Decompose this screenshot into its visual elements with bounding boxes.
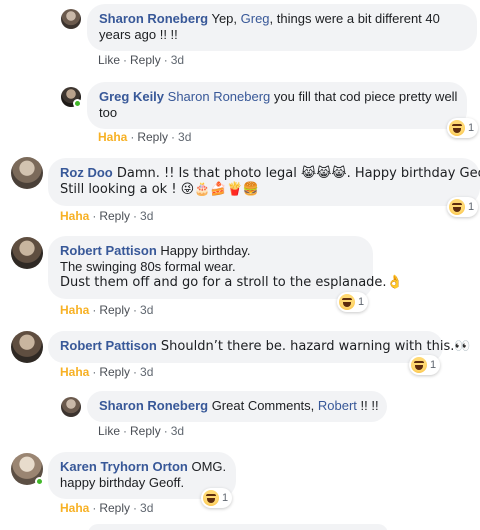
comment-text: OMG.	[187, 459, 227, 474]
haha-reaction-link[interactable]: Haha	[60, 303, 89, 317]
reaction-count[interactable]: 1	[409, 355, 441, 375]
haha-icon	[449, 199, 465, 215]
like-link[interactable]: Like	[98, 53, 120, 67]
reply-link[interactable]: Reply	[99, 303, 130, 317]
comment-text: Happy birthday.	[156, 243, 251, 258]
comment-author[interactable]: Roz Doo	[60, 165, 113, 180]
comment-actions: Like · Reply · 3d	[98, 424, 185, 438]
avatar[interactable]	[61, 9, 81, 29]
reply-link[interactable]: Reply	[99, 365, 130, 379]
avatar[interactable]	[11, 453, 44, 486]
comment-bubble: Robert Pattison Happy birthday. The swin…	[48, 236, 403, 299]
comment-bubble: Sharon Roneberg Great Comments, Robert !…	[87, 391, 387, 422]
haha-icon	[203, 490, 219, 506]
reply-link[interactable]: Reply	[130, 53, 161, 67]
comment-timestamp[interactable]: 3d	[171, 424, 184, 438]
comment-author[interactable]: Robert Pattison	[60, 243, 157, 258]
comment-mention[interactable]: Sharon Roneberg	[168, 89, 271, 104]
avatar[interactable]	[61, 87, 82, 108]
comment-timestamp[interactable]: 3d	[178, 130, 191, 144]
comment-text-line: years ago !! !!	[99, 27, 178, 42]
comment-author[interactable]: Sharon Roneberg	[99, 11, 208, 26]
comment-author[interactable]: Karen Tryhorn Orton	[60, 459, 188, 474]
reply-link[interactable]: Reply	[99, 209, 130, 223]
comment-text: Shouldn’t there be. hazard warning with …	[156, 339, 471, 354]
comment-actions: Haha · Reply · 3d	[60, 501, 154, 515]
comment-bubble: Roz Doo Damn. !! Is that photo legal 😹😹😹…	[48, 158, 480, 206]
haha-reaction-link[interactable]: Haha	[98, 130, 127, 144]
comment-timestamp[interactable]: 3d	[140, 365, 153, 379]
haha-reaction-link[interactable]: Haha	[60, 365, 89, 379]
comment-timestamp[interactable]: 3d	[140, 501, 153, 515]
comment-text-line: The swinging 80s formal wear.	[60, 259, 236, 274]
comment-thread: Sharon Roneberg Yep, Greg, things were a…	[0, 0, 480, 530]
comment-actions: Haha · Reply · 3d	[60, 365, 154, 379]
comment-author[interactable]: Sharon Roneberg	[99, 398, 208, 413]
online-status-dot	[73, 99, 82, 108]
reply-link[interactable]: Reply	[99, 501, 130, 515]
haha-icon	[449, 120, 465, 136]
comment-text: !! !!	[356, 398, 379, 413]
comment-text: Great Comments,	[208, 398, 318, 413]
comment-actions: Haha · Reply · 3d	[60, 303, 154, 317]
comment-actions: Like · Reply · 3d	[98, 53, 185, 67]
haha-reaction-link[interactable]: Haha	[60, 209, 89, 223]
like-link[interactable]: Like	[98, 424, 120, 438]
reply-link[interactable]: Reply	[130, 424, 161, 438]
reply-link[interactable]: Reply	[137, 130, 168, 144]
comment-text-line: Still looking a ok ! 😜🎂🍰🍟🍔	[60, 182, 259, 197]
comment-bubble: Robert Pattison Shouldn’t there be. haza…	[48, 331, 471, 363]
next-comment-bubble	[88, 524, 388, 530]
comment-mention[interactable]: Greg	[241, 11, 270, 26]
avatar[interactable]	[11, 237, 43, 269]
avatar[interactable]	[61, 397, 81, 417]
comment-text-line: Dust them off and go for a stroll to the…	[60, 275, 403, 290]
avatar[interactable]	[11, 157, 43, 189]
comment-actions: Haha · Reply · 3d	[98, 130, 192, 144]
haha-icon	[411, 357, 427, 373]
comment-timestamp[interactable]: 3d	[140, 209, 153, 223]
comment-bubble: Greg Keily Sharon Roneberg you fill that…	[87, 82, 467, 129]
comment-author[interactable]: Greg Keily	[99, 89, 164, 104]
comment-timestamp[interactable]: 3d	[140, 303, 153, 317]
comment-timestamp[interactable]: 3d	[171, 53, 184, 67]
comment-author[interactable]: Robert Pattison	[60, 338, 157, 353]
haha-reaction-link[interactable]: Haha	[60, 501, 89, 515]
reaction-count[interactable]: 1	[337, 292, 369, 312]
comment-actions: Haha · Reply · 3d	[60, 209, 154, 223]
comment-mention[interactable]: Robert	[318, 398, 357, 413]
comment-text: you fill that cod piece pretty well	[270, 89, 458, 104]
avatar[interactable]	[11, 331, 43, 363]
comment-text-line: too	[99, 105, 118, 120]
haha-icon	[339, 294, 355, 310]
comment-bubble: Sharon Roneberg Yep, Greg, things were a…	[87, 4, 477, 51]
comment-text: Yep,	[211, 11, 241, 26]
comment-text-line: happy birthday Geoff.	[60, 475, 185, 490]
comment-text: , things were a bit different 40	[269, 11, 440, 26]
online-status-dot	[35, 477, 44, 486]
reaction-count[interactable]: 1	[447, 118, 479, 138]
comment-text: Damn. !! Is that photo legal 😹😹😹. Happy …	[112, 166, 480, 181]
reaction-count[interactable]: 1	[447, 197, 479, 217]
reaction-count[interactable]: 1	[201, 488, 233, 508]
